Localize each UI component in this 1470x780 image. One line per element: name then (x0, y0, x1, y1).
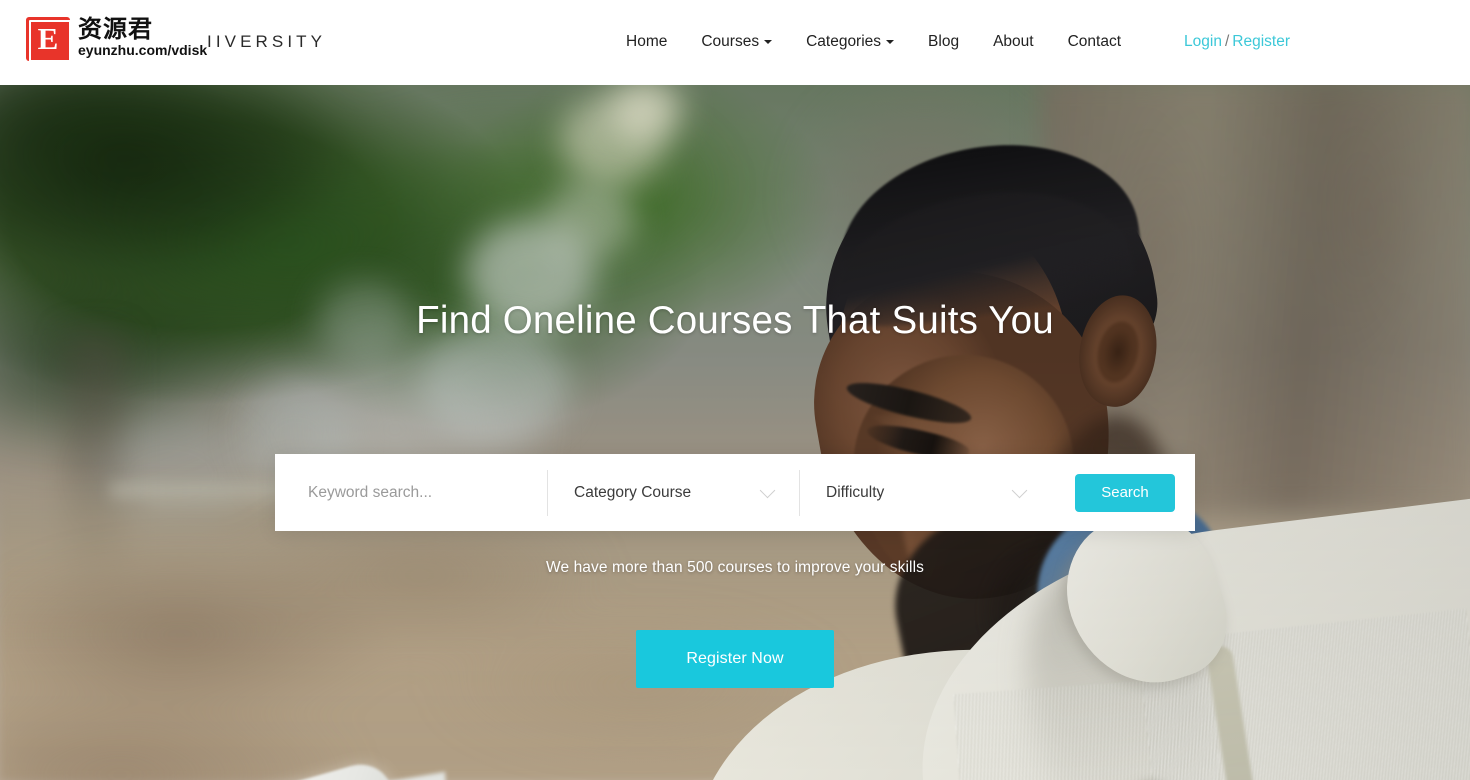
hero-section: Find Oneline Courses That Suits You Cate… (0, 85, 1470, 780)
search-button[interactable]: Search (1075, 473, 1175, 512)
nav-label-courses: Courses (701, 33, 760, 50)
auth-separator: / (1224, 33, 1230, 50)
category-select-label: Category Course (574, 483, 692, 501)
category-select[interactable]: Category Course (548, 470, 799, 516)
difficulty-select-label: Difficulty (826, 483, 885, 501)
chevron-down-icon (759, 482, 776, 498)
keyword-search-field[interactable] (275, 470, 547, 516)
hero-title: Find Oneline Courses That Suits You (416, 299, 1054, 342)
register-link[interactable]: Register (1232, 33, 1290, 50)
site-header: E 资源君 eyunzhu.com/vdisk IIVERSITY Home C… (0, 0, 1470, 85)
brand-url: eyunzhu.com/vdisk (78, 41, 208, 58)
register-now-button[interactable]: Register Now (636, 630, 834, 688)
nav-item-categories[interactable]: Categories (806, 32, 895, 52)
auth-links: Login / Register (1184, 32, 1290, 52)
hero-content: Find Oneline Courses That Suits You Cate… (0, 85, 1470, 780)
chevron-down-icon (1011, 482, 1028, 498)
difficulty-select[interactable]: Difficulty (800, 470, 1051, 516)
chevron-down-icon (886, 40, 895, 44)
nav-label-contact: Contact (1067, 33, 1122, 50)
nav-item-blog[interactable]: Blog (928, 32, 959, 52)
main-navigation: Home Courses Categories Blog About Conta… (626, 32, 1121, 52)
nav-item-courses[interactable]: Courses (701, 32, 773, 52)
nav-label-about: About (993, 33, 1034, 50)
chevron-down-icon (764, 40, 773, 44)
nav-item-contact[interactable]: Contact (1068, 32, 1121, 52)
nav-item-home[interactable]: Home (626, 32, 667, 52)
course-search-panel: Category Course Difficulty Search (275, 454, 1195, 531)
brand-chinese-name: 资源君 (78, 15, 153, 43)
nav-item-about[interactable]: About (993, 32, 1034, 52)
brand-text: 资源君 eyunzhu.com/vdisk (78, 17, 207, 58)
logo-letter: E (37, 21, 59, 56)
nav-label-home: Home (626, 33, 668, 50)
search-input[interactable] (308, 483, 547, 502)
nav-label-categories: Categories (806, 33, 882, 50)
nav-label-blog: Blog (928, 33, 960, 50)
site-wordmark: IIVERSITY (207, 32, 327, 51)
login-link[interactable]: Login (1184, 33, 1222, 50)
brand-logo[interactable]: E 资源君 eyunzhu.com/vdisk (26, 17, 207, 62)
logo-mark-icon: E (26, 17, 71, 62)
hero-subtitle: We have more than 500 courses to improve… (546, 559, 924, 576)
